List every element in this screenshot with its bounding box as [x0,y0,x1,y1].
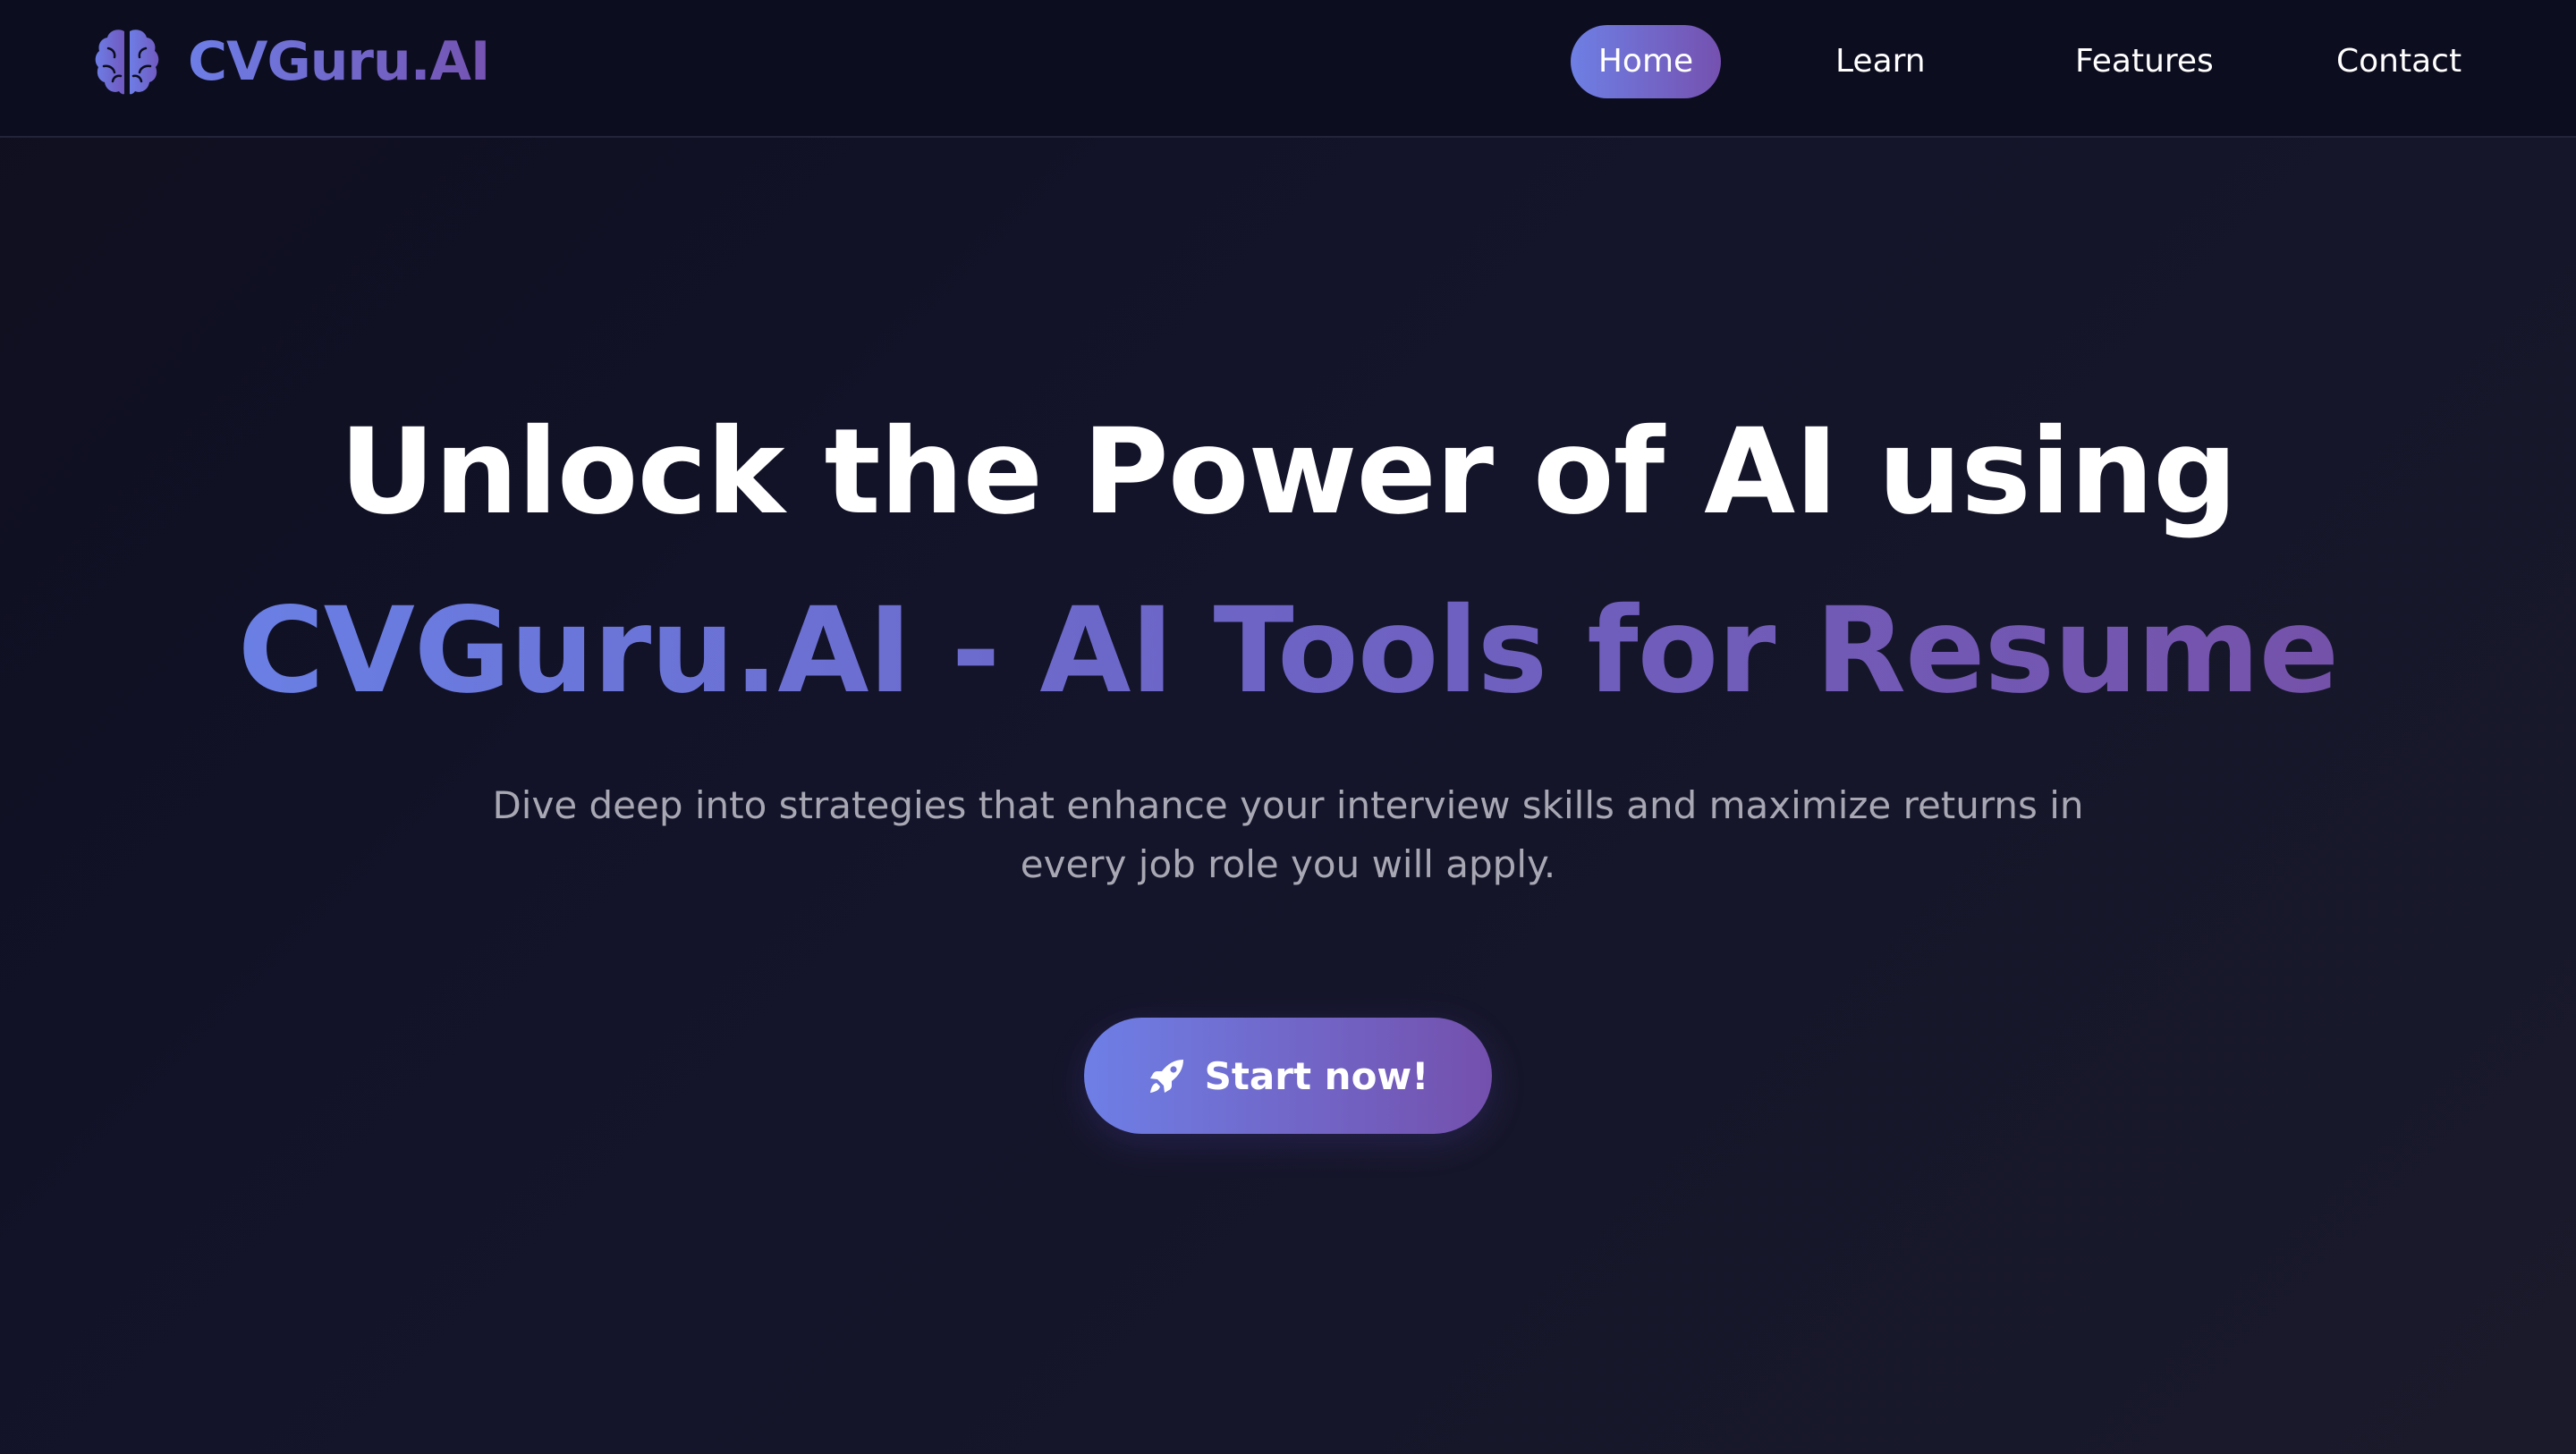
start-now-button[interactable]: Start now! [1084,1018,1492,1134]
hero-subtitle-text: CVGuru.AI - AI Tools for Resume [237,582,2339,720]
rocket-icon [1149,1060,1183,1093]
nav-item-features[interactable]: Features [2075,25,2214,98]
hero-title: Unlock the Power of AI using [339,403,2237,541]
nav-item-contact[interactable]: Contact [2336,25,2462,98]
navbar: CVGuru.AI Home Learn Features Contact [0,0,2576,138]
brain-icon [95,30,159,95]
hero-subtitle: CVGuru.AI - AI Tools for Resume [0,579,2576,723]
brand-logo[interactable]: CVGuru.AI [93,25,490,98]
start-now-label: Start now! [1204,1053,1429,1098]
nav-item-learn[interactable]: Learn [1835,25,1926,98]
brand-name: CVGuru.AI [188,30,490,93]
nav-item-home[interactable]: Home [1571,25,1721,98]
hero-description: Dive deep into strategies that enhance y… [492,783,2084,886]
